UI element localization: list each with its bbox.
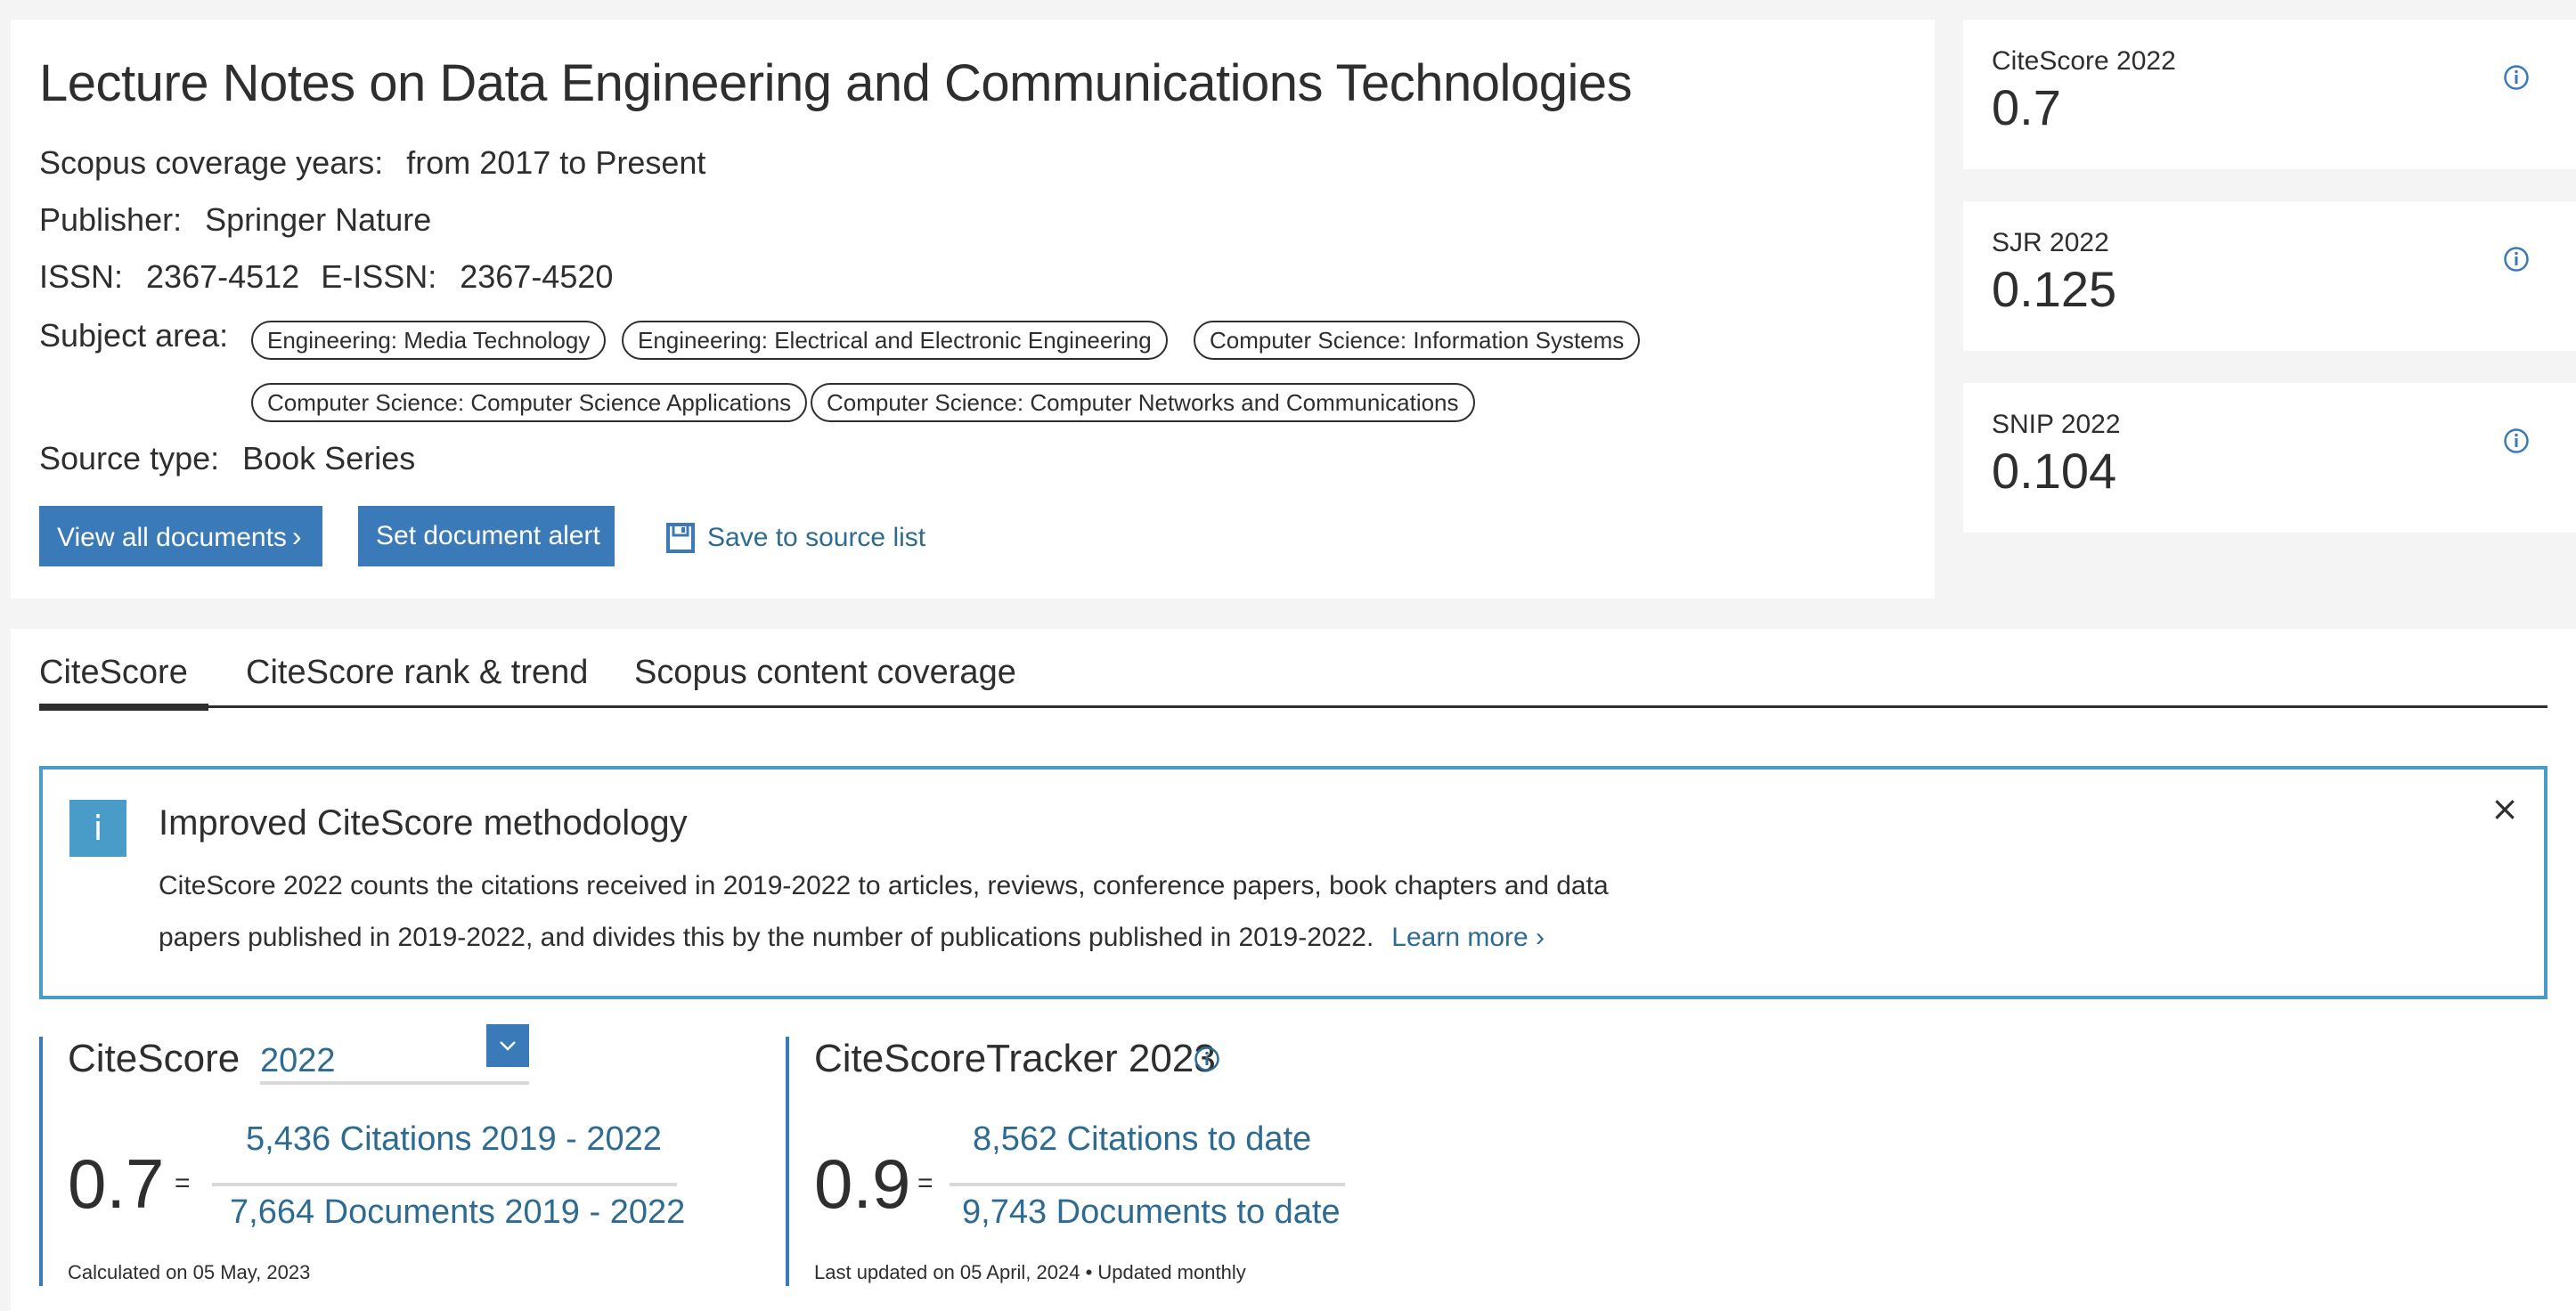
documents-link[interactable]: 7,664 Documents 2019 - 2022 bbox=[230, 1193, 685, 1232]
publisher-row: Publisher: Springer Nature bbox=[39, 201, 431, 239]
view-all-documents-label: View all documents bbox=[57, 523, 287, 552]
equals-sign: = bbox=[175, 1168, 191, 1198]
eissn-label: E-ISSN: bbox=[321, 258, 437, 295]
tracker-value: 0.9 bbox=[814, 1144, 911, 1223]
info-icon: i bbox=[69, 800, 126, 857]
citescore-title: CiteScore bbox=[68, 1037, 240, 1080]
metric-card-sjr: SJR 2022 0.125 bbox=[1963, 201, 2576, 351]
source-info-panel: Lecture Notes on Data Engineering and Co… bbox=[11, 20, 1935, 598]
citations-to-date-link[interactable]: 8,562 Citations to date bbox=[973, 1120, 1311, 1159]
banner-title: Improved CiteScore methodology bbox=[159, 803, 688, 843]
publisher-label: Publisher: bbox=[39, 201, 183, 238]
active-tab-indicator bbox=[39, 704, 208, 711]
tab-citescore[interactable]: CiteScore bbox=[39, 654, 188, 692]
chevron-down-icon bbox=[486, 1024, 529, 1067]
metric-value: 0.125 bbox=[1992, 261, 2117, 317]
issn-label: ISSN: bbox=[39, 258, 124, 295]
citations-link[interactable]: 5,436 Citations 2019 - 2022 bbox=[246, 1120, 662, 1159]
set-document-alert-label: Set document alert bbox=[376, 521, 600, 550]
floppy-disk-icon bbox=[666, 523, 695, 553]
info-icon[interactable] bbox=[1194, 1046, 1220, 1072]
info-icon[interactable] bbox=[2503, 246, 2530, 273]
chevron-right-icon: › bbox=[291, 520, 302, 552]
metric-card-snip: SNIP 2022 0.104 bbox=[1963, 383, 2576, 533]
tab-scopus-content-coverage[interactable]: Scopus content coverage bbox=[634, 654, 1016, 692]
close-icon[interactable]: × bbox=[2490, 789, 2519, 828]
coverage-label: Scopus coverage years: bbox=[39, 144, 384, 181]
citescore-tracker-block: CiteScoreTracker 2023 0.9 = 8,562 Citati… bbox=[786, 1037, 1498, 1286]
tab-citescore-rank-trend[interactable]: CiteScore rank & trend bbox=[246, 654, 588, 692]
source-type-label: Source type: bbox=[39, 440, 220, 476]
subject-chip[interactable]: Engineering: Media Technology bbox=[251, 321, 607, 360]
metric-value: 0.104 bbox=[1992, 443, 2117, 499]
subject-label: Subject area: bbox=[39, 317, 229, 354]
metric-value: 0.7 bbox=[1992, 79, 2061, 135]
source-title: Lecture Notes on Data Engineering and Co… bbox=[39, 54, 1633, 112]
coverage-value: from 2017 to Present bbox=[406, 144, 706, 181]
info-icon[interactable] bbox=[2503, 428, 2530, 454]
metric-label: CiteScore 2022 bbox=[1992, 46, 2176, 76]
fraction-line bbox=[950, 1183, 1345, 1186]
methodology-banner: i Improved CiteScore methodology CiteSco… bbox=[39, 766, 2547, 999]
subject-chip[interactable]: Computer Science: Computer Networks and … bbox=[811, 383, 1475, 422]
learn-more-link[interactable]: Learn more › bbox=[1391, 923, 1545, 952]
issn-value: 2367-4512 bbox=[146, 258, 300, 295]
selected-year: 2022 bbox=[260, 1042, 336, 1079]
eissn-value: 2367-4520 bbox=[460, 258, 614, 295]
source-type-row: Source type: Book Series bbox=[39, 440, 415, 477]
year-select[interactable]: 2022 bbox=[260, 1024, 529, 1085]
last-updated: Last updated on 05 April, 2024 • Updated… bbox=[814, 1261, 1246, 1283]
banner-text: CiteScore 2022 counts the citations rece… bbox=[159, 860, 1673, 964]
save-to-source-list-label: Save to source list bbox=[707, 523, 926, 552]
subject-chip[interactable]: Engineering: Electrical and Electronic E… bbox=[622, 321, 1168, 360]
metric-card-citescore: CiteScore 2022 0.7 bbox=[1963, 20, 2576, 169]
subject-chip[interactable]: Computer Science: Computer Science Appli… bbox=[251, 383, 808, 422]
fraction-line bbox=[212, 1183, 677, 1186]
save-to-source-list-link[interactable]: Save to source list bbox=[666, 518, 925, 558]
source-type-value: Book Series bbox=[242, 440, 416, 476]
citescore-value: 0.7 bbox=[68, 1144, 165, 1223]
issn-row: ISSN: 2367-4512 E-ISSN: 2367-4520 bbox=[39, 258, 613, 296]
metric-label: SNIP 2022 bbox=[1992, 410, 2121, 439]
tab-divider bbox=[39, 705, 2547, 708]
equals-sign: = bbox=[917, 1168, 933, 1198]
citescore-section: CiteScore CiteScore rank & trend Scopus … bbox=[11, 629, 2576, 1311]
subject-chip[interactable]: Computer Science: Information Systems bbox=[1194, 321, 1641, 360]
tracker-title: CiteScoreTracker 2023 bbox=[814, 1037, 1216, 1080]
publisher-value: Springer Nature bbox=[205, 201, 432, 238]
view-all-documents-button[interactable]: View all documents › bbox=[39, 506, 322, 566]
calculated-date: Calculated on 05 May, 2023 bbox=[68, 1261, 311, 1283]
documents-to-date-link[interactable]: 9,743 Documents to date bbox=[962, 1193, 1341, 1232]
metric-label: SJR 2022 bbox=[1992, 228, 2109, 257]
info-icon[interactable] bbox=[2503, 64, 2530, 91]
citescore-block: CiteScore 2022 0.7 = 5,436 Citations 201… bbox=[39, 1024, 752, 1286]
set-document-alert-button[interactable]: Set document alert bbox=[358, 506, 615, 566]
coverage-row: Scopus coverage years: from 2017 to Prese… bbox=[39, 144, 705, 182]
